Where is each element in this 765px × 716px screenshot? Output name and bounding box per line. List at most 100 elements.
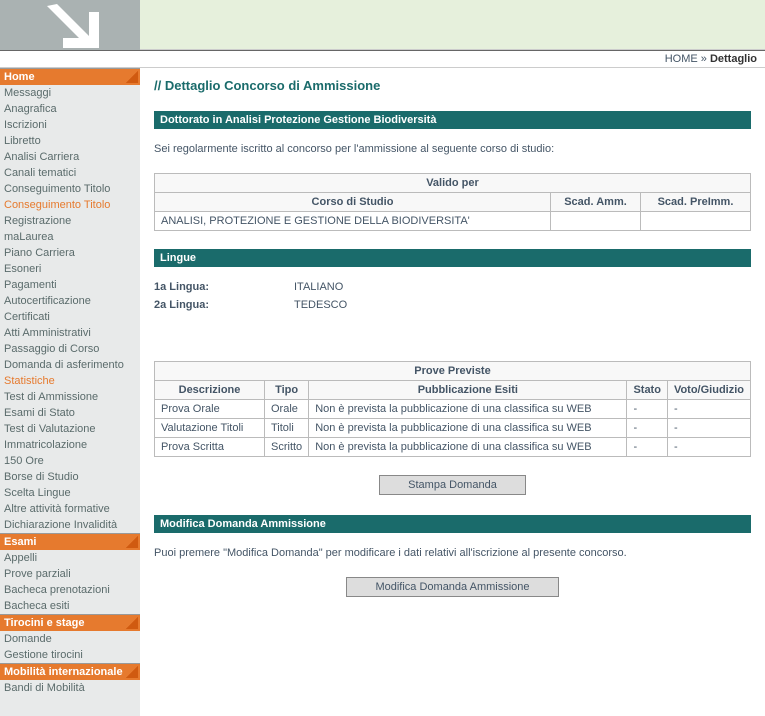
table-row: Prova ScrittaScrittoNon è prevista la pu… [155, 438, 751, 457]
th-corso: Corso di Studio [155, 193, 551, 212]
sidebar-item[interactable]: Passaggio di Corso [0, 341, 140, 357]
sidebar-item[interactable]: Appelli [0, 550, 140, 566]
sidebar-item[interactable]: Libretto [0, 133, 140, 149]
sidebar: HomeMessaggiAnagraficaIscrizioniLibretto… [0, 68, 140, 716]
lingua1-value: ITALIANO [294, 281, 343, 293]
sidebar-item[interactable]: Messaggi [0, 85, 140, 101]
page-title-text: Dettaglio Concorso di Ammissione [165, 78, 381, 93]
sidebar-item[interactable]: maLaurea [0, 229, 140, 245]
sidebar-item[interactable]: Gestione tirocini [0, 647, 140, 663]
th-scad-amm: Scad. Amm. [551, 193, 641, 212]
cell-pub: Non è prevista la pubblicazione di una c… [309, 419, 627, 438]
banner-right [140, 0, 765, 50]
lingua-row-1: 1a Lingua: ITALIANO [154, 281, 751, 293]
cell-pub: Non è prevista la pubblicazione di una c… [309, 400, 627, 419]
section-lingue: Lingue [154, 249, 751, 267]
th-voto: Voto/Giudizio [667, 381, 750, 400]
breadcrumb-sep: » [698, 53, 710, 65]
th-pub: Pubblicazione Esiti [309, 381, 627, 400]
sidebar-item[interactable]: Iscrizioni [0, 117, 140, 133]
table-row: Prova OraleOraleNon è prevista la pubbli… [155, 400, 751, 419]
sidebar-section-header: Esami [0, 533, 140, 550]
cell-desc: Valutazione Titoli [155, 419, 265, 438]
cell-desc: Prova Scritta [155, 438, 265, 457]
page-title: // Dettaglio Concorso di Ammissione [154, 78, 751, 93]
content: // Dettaglio Concorso di Ammissione Dott… [140, 68, 765, 716]
sidebar-item[interactable]: Borse di Studio [0, 469, 140, 485]
section-modifica: Modifica Domanda Ammissione [154, 515, 751, 533]
sidebar-section-header: Tirocini e stage [0, 614, 140, 631]
sidebar-section-header: Home [0, 68, 140, 85]
sidebar-item[interactable]: Prove parziali [0, 566, 140, 582]
sidebar-item[interactable]: Pagamenti [0, 277, 140, 293]
cell-desc: Prova Orale [155, 400, 265, 419]
cell-scad_amm [551, 212, 641, 231]
page-title-prefix: // [154, 78, 165, 93]
th-prove-header: Prove Previste [155, 362, 751, 381]
cell-tipo: Titoli [265, 419, 309, 438]
sidebar-item[interactable]: Test di Valutazione [0, 421, 140, 437]
cell-stato: - [627, 419, 668, 438]
sidebar-item[interactable]: Analisi Carriera [0, 149, 140, 165]
cell-voto: - [667, 419, 750, 438]
cell-voto: - [667, 438, 750, 457]
btn-row-modifica: Modifica Domanda Ammissione [154, 577, 751, 597]
table-valido: Valido per Corso di Studio Scad. Amm. Sc… [154, 173, 751, 231]
banner-logo-box [0, 0, 140, 50]
cell-stato: - [627, 400, 668, 419]
sidebar-item[interactable]: Scelta Lingue [0, 485, 140, 501]
lingua2-value: TEDESCO [294, 299, 347, 311]
th-stato: Stato [627, 381, 668, 400]
sidebar-item[interactable]: Canali tematici [0, 165, 140, 181]
sidebar-item[interactable]: Conseguimento Titolo [0, 181, 140, 197]
table-row: ANALISI, PROTEZIONE E GESTIONE DELLA BIO… [155, 212, 751, 231]
table-prove: Prove Previste Descrizione Tipo Pubblica… [154, 361, 751, 457]
sidebar-section-header: Mobilità internazionale [0, 663, 140, 680]
th-tipo: Tipo [265, 381, 309, 400]
section-dottorato: Dottorato in Analisi Protezione Gestione… [154, 111, 751, 129]
th-scad-preimm: Scad. PreImm. [641, 193, 751, 212]
sidebar-item[interactable]: 150 Ore [0, 453, 140, 469]
modifica-button[interactable]: Modifica Domanda Ammissione [346, 577, 558, 597]
sidebar-item[interactable]: Statistiche [0, 373, 140, 389]
th-valido-header: Valido per [155, 174, 751, 193]
breadcrumb-current: Dettaglio [710, 53, 757, 65]
th-desc: Descrizione [155, 381, 265, 400]
sidebar-item[interactable]: Esoneri [0, 261, 140, 277]
arrow-down-right-icon [35, 0, 105, 50]
sidebar-item[interactable]: Domanda di asferimento [0, 357, 140, 373]
stampa-button[interactable]: Stampa Domanda [379, 475, 526, 495]
sidebar-item[interactable]: Registrazione [0, 213, 140, 229]
sidebar-item[interactable]: Altre attività formative [0, 501, 140, 517]
sidebar-item[interactable]: Test di Ammissione [0, 389, 140, 405]
cell-tipo: Orale [265, 400, 309, 419]
cell-corso: ANALISI, PROTEZIONE E GESTIONE DELLA BIO… [155, 212, 551, 231]
sidebar-item[interactable]: Atti Amministrativi [0, 325, 140, 341]
lingua2-label: 2a Lingua: [154, 299, 294, 311]
sidebar-item[interactable]: Bandi di Mobilità [0, 680, 140, 696]
intro-text: Sei regolarmente iscritto al concorso pe… [154, 143, 751, 155]
lingua-row-2: 2a Lingua: TEDESCO [154, 299, 751, 311]
sidebar-item[interactable]: Dichiarazione Invalidità [0, 517, 140, 533]
sidebar-item[interactable]: Certificati [0, 309, 140, 325]
sidebar-item[interactable]: Domande [0, 631, 140, 647]
breadcrumb: HOME » Dettaglio [0, 50, 765, 68]
sidebar-item[interactable]: Bacheca esiti [0, 598, 140, 614]
table-row: Valutazione TitoliTitoliNon è prevista l… [155, 419, 751, 438]
cell-voto: - [667, 400, 750, 419]
cell-pub: Non è prevista la pubblicazione di una c… [309, 438, 627, 457]
cell-scad_preimm [641, 212, 751, 231]
sidebar-item[interactable]: Immatricolazione [0, 437, 140, 453]
cell-stato: - [627, 438, 668, 457]
sidebar-item[interactable]: Conseguimento Titolo [0, 197, 140, 213]
sidebar-item[interactable]: Bacheca prenotazioni [0, 582, 140, 598]
top-banner [0, 0, 765, 50]
breadcrumb-home[interactable]: HOME [665, 53, 698, 65]
btn-row-stampa: Stampa Domanda [154, 475, 751, 495]
sidebar-item[interactable]: Piano Carriera [0, 245, 140, 261]
cell-tipo: Scritto [265, 438, 309, 457]
modifica-text: Puoi premere "Modifica Domanda" per modi… [154, 547, 751, 559]
sidebar-item[interactable]: Autocertificazione [0, 293, 140, 309]
sidebar-item[interactable]: Anagrafica [0, 101, 140, 117]
sidebar-item[interactable]: Esami di Stato [0, 405, 140, 421]
